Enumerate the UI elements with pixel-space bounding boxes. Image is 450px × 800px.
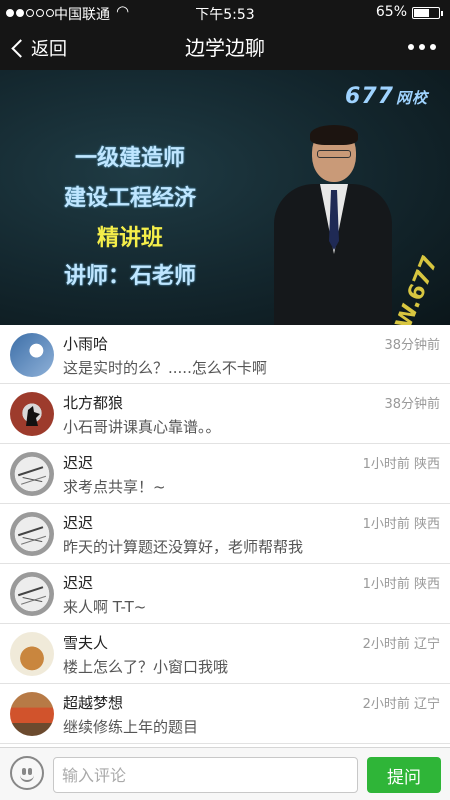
comment-meta: 38分钟前: [384, 338, 440, 353]
list-item[interactable]: 超越梦想 2小时前 辽宁 继续修练上年的题目: [0, 684, 450, 744]
comment-author: 小雨哈: [63, 335, 109, 353]
comment-meta: 1小时前 陕西: [362, 457, 440, 472]
list-item[interactable]: 小雨哈 38分钟前 这是实时的么？.....怎么不卡啊: [0, 325, 450, 384]
comment-meta: 2小时前 辽宁: [362, 637, 440, 652]
comment-author: 北方都狼: [63, 394, 124, 412]
video-logo: 677 网校: [345, 84, 428, 109]
video-course-line-2: 建设工程经济: [63, 186, 196, 211]
avatar[interactable]: [10, 452, 54, 496]
comment-text: 昨天的计算题还没算好，老师帮帮我: [63, 538, 304, 556]
list-item[interactable]: 迟迟 1小时前 陕西 求考点共享！~: [0, 444, 450, 504]
live-chat-screen: 中国联通 ◠ 下午5:53 65% 返回 边学边聊 677 网校 一级建造师 建设…: [0, 0, 450, 800]
comment-meta: 1小时前 陕西: [362, 517, 440, 532]
battery-percent: 65%: [375, 4, 407, 20]
comment-author: 雪夫人: [63, 634, 109, 652]
list-item[interactable]: 迟迟 1小时前 陕西 来人啊 T-T~: [0, 564, 450, 624]
comment-text: 求考点共享！~: [63, 478, 166, 496]
avatar[interactable]: [10, 333, 54, 377]
video-player[interactable]: 677 网校 一级建造师 建设工程经济 精讲班 讲师：石老师 W.677: [0, 70, 450, 325]
avatar[interactable]: [10, 692, 54, 736]
ask-question-button[interactable]: 提问: [367, 757, 441, 793]
comment-text: 小石哥讲课真心靠谱。。: [63, 418, 221, 436]
comment-author: 迟迟: [63, 454, 94, 472]
page-title: 边学边聊: [185, 36, 265, 60]
comment-list[interactable]: 小雨哈 38分钟前 这是实时的么？.....怎么不卡啊 北方都狼 38分钟前 小…: [0, 325, 450, 747]
list-item[interactable]: 北方都狼 38分钟前 小石哥讲课真心靠谱。。: [0, 384, 450, 444]
video-watermark: W.677: [391, 252, 444, 325]
comment-text: 楼上怎么了？小窗口我哦: [63, 658, 229, 676]
video-course-line-1: 一级建造师: [74, 146, 185, 171]
video-course-line-4: 讲师：石老师: [63, 264, 196, 289]
comment-meta: 38分钟前: [384, 397, 440, 412]
battery-fill: [414, 9, 429, 17]
comment-text: 继续修练上年的题目: [63, 718, 199, 736]
logo-text: 网校: [395, 89, 428, 107]
comment-author: 超越梦想: [63, 694, 124, 712]
comment-input[interactable]: [53, 757, 358, 793]
emoji-icon[interactable]: [10, 756, 44, 790]
comment-meta: 1小时前 陕西: [362, 577, 440, 592]
status-bar: 中国联通 ◠ 下午5:53 65%: [0, 0, 450, 26]
comment-author: 迟迟: [63, 574, 94, 592]
more-dots-icon[interactable]: [408, 44, 436, 50]
presenter-figure: [268, 125, 398, 325]
top-bar: 中国联通 ◠ 下午5:53 65% 返回 边学边聊: [0, 0, 450, 70]
logo-number: 677: [345, 84, 394, 109]
comment-text: 来人啊 T-T~: [63, 598, 147, 616]
avatar[interactable]: [10, 512, 54, 556]
avatar[interactable]: [10, 632, 54, 676]
video-course-line-3: 精讲班: [96, 226, 163, 251]
list-item[interactable]: 迟迟 1小时前 陕西 昨天的计算题还没算好，老师帮帮我: [0, 504, 450, 564]
comment-author: 迟迟: [63, 514, 94, 532]
avatar[interactable]: [10, 572, 54, 616]
battery-icon: [412, 7, 443, 19]
list-item[interactable]: 雪夫人 2小时前 辽宁 楼上怎么了？小窗口我哦: [0, 624, 450, 684]
navigation-bar: 返回 边学边聊: [0, 26, 450, 70]
comment-input-bar: 提问: [0, 747, 450, 800]
comment-meta: 2小时前 辽宁: [362, 697, 440, 712]
avatar[interactable]: [10, 392, 54, 436]
comment-text: 这是实时的么？.....怎么不卡啊: [63, 359, 267, 377]
